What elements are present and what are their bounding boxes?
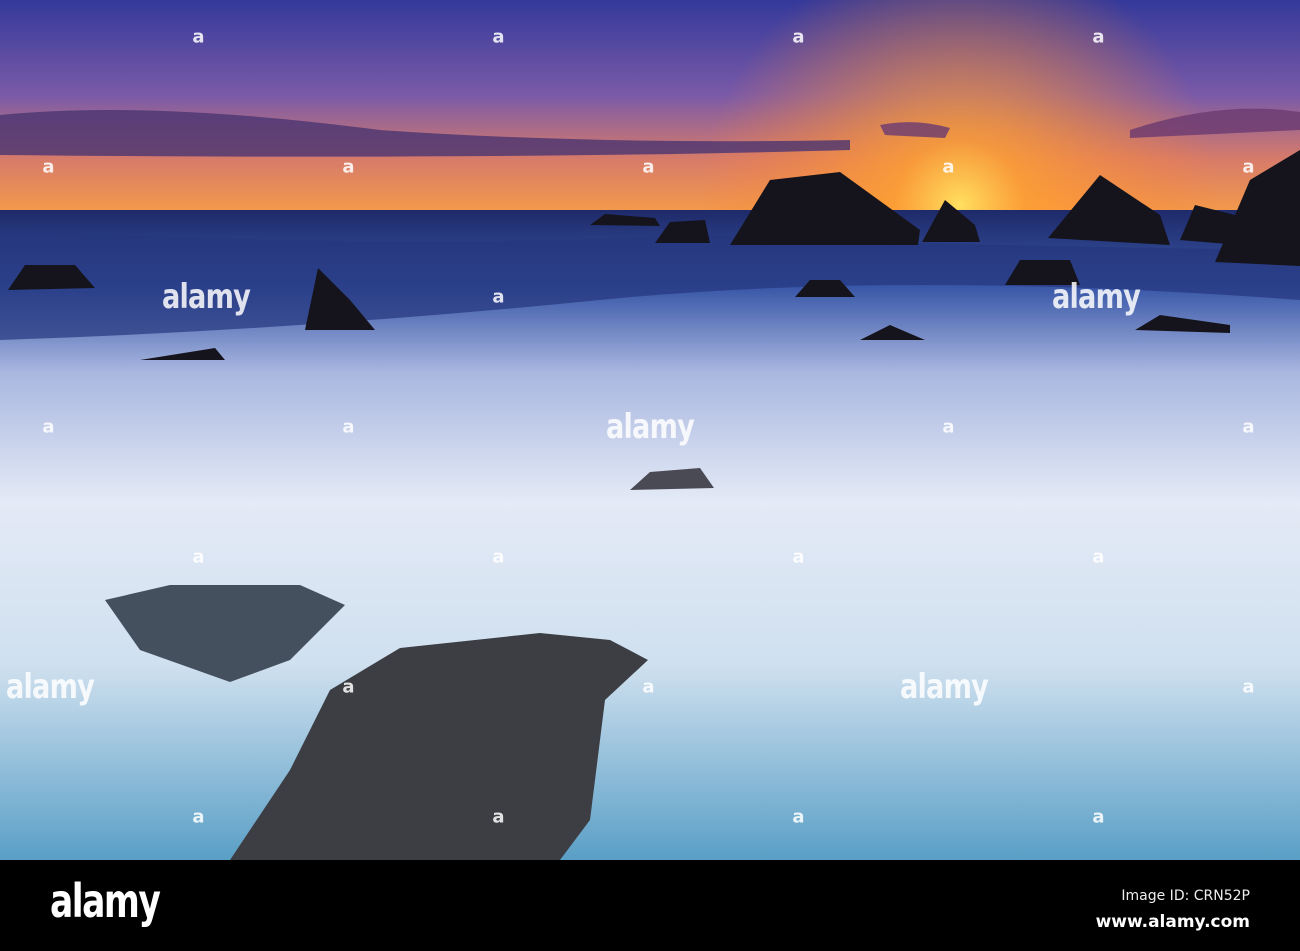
alamy-logo: alamy bbox=[50, 874, 161, 928]
watermark-small: a bbox=[942, 416, 954, 438]
watermark-large: alamy bbox=[161, 277, 251, 317]
watermark-small: a bbox=[42, 416, 54, 438]
watermark-small: a bbox=[942, 156, 954, 178]
watermark-small: a bbox=[492, 806, 504, 828]
watermark-small: a bbox=[642, 676, 654, 698]
watermark-large: alamy bbox=[899, 667, 989, 707]
watermark-small: a bbox=[792, 26, 804, 48]
watermark-small: a bbox=[342, 416, 354, 438]
watermark-small: a bbox=[1242, 416, 1254, 438]
watermark-small: a bbox=[792, 546, 804, 568]
watermark-small: a bbox=[1092, 806, 1104, 828]
watermark-small: a bbox=[1242, 156, 1254, 178]
watermark-small: a bbox=[192, 26, 204, 48]
watermark-small: a bbox=[192, 546, 204, 568]
watermark-small: a bbox=[342, 676, 354, 698]
watermark-large: alamy bbox=[605, 407, 695, 447]
watermark-small: a bbox=[342, 156, 354, 178]
watermark-large: alamy bbox=[1051, 277, 1141, 317]
image-id: Image ID: CRN52P bbox=[1121, 888, 1250, 904]
watermark-small: a bbox=[1242, 676, 1254, 698]
footer-bar: alamy Image ID: CRN52P www.alamy.com bbox=[0, 860, 1300, 951]
watermark-small: a bbox=[492, 546, 504, 568]
watermark-small: a bbox=[1092, 546, 1104, 568]
seascape-photo: a a a a a a a a a a a a a a a a a a a a … bbox=[0, 0, 1300, 860]
watermark-small: a bbox=[492, 26, 504, 48]
watermark-small: a bbox=[1092, 26, 1104, 48]
watermark-small: a bbox=[192, 806, 204, 828]
watermark-small: a bbox=[642, 156, 654, 178]
watermark-small: a bbox=[792, 806, 804, 828]
site-url: www.alamy.com bbox=[1095, 912, 1250, 932]
watermark-small: a bbox=[492, 286, 504, 308]
watermark-large: alamy bbox=[5, 667, 95, 707]
watermark-small: a bbox=[42, 156, 54, 178]
